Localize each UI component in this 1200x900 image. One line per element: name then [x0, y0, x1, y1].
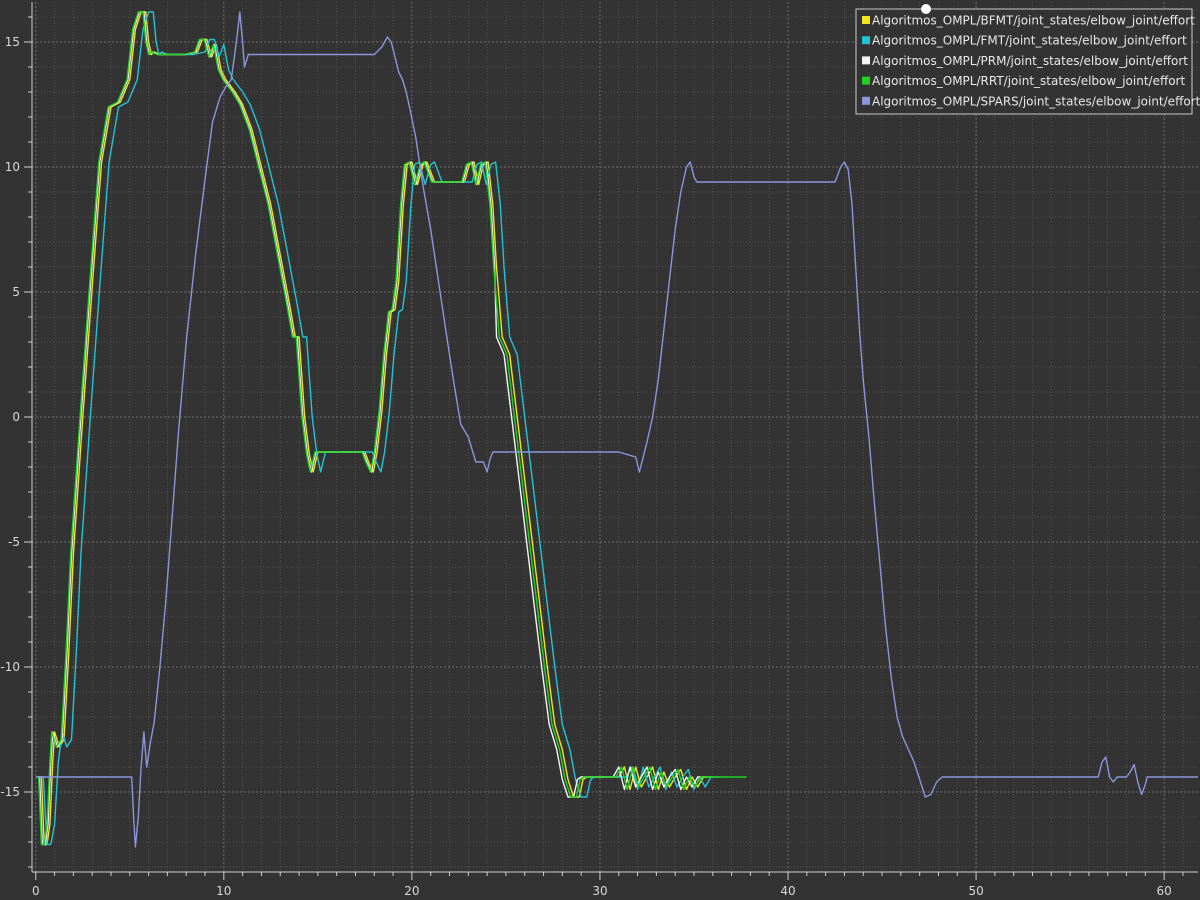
legend[interactable]: Algoritmos_OMPL/BFMT/joint_states/elbow_… — [855, 8, 1200, 115]
legend-entry-label[interactable]: Algoritmos_OMPL/FMT/joint_states/elbow_j… — [872, 34, 1187, 48]
legend-entry-label[interactable]: Algoritmos_OMPL/BFMT/joint_states/elbow_… — [872, 14, 1195, 28]
legend-swatch[interactable] — [862, 16, 870, 24]
legend-entry-label[interactable]: Algoritmos_OMPL/SPARS/joint_states/elbow… — [872, 94, 1200, 108]
legend-swatch[interactable] — [862, 56, 870, 65]
y-tick-label: 0 — [12, 410, 20, 424]
x-tick-label: 40 — [780, 884, 795, 898]
y-tick-label: -15 — [0, 785, 20, 799]
x-tick-label: 10 — [216, 884, 231, 898]
legend-entry-label[interactable]: Algoritmos_OMPL/PRM/joint_states/elbow_j… — [872, 54, 1188, 68]
y-tick-label: -10 — [0, 660, 20, 674]
legend-entry-label[interactable]: Algoritmos_OMPL/RRT/joint_states/elbow_j… — [872, 74, 1185, 88]
x-tick-label: 0 — [32, 884, 40, 898]
x-tick-label: 50 — [968, 884, 983, 898]
y-tick-label: 5 — [12, 285, 20, 299]
line-chart: 0 10 20 30 40 50 60 -15 -10 -5 0 5 10 15 Algoritmos_O… — [0, 0, 1200, 900]
x-tick-label: 20 — [404, 884, 419, 898]
legend-swatch[interactable] — [862, 96, 870, 105]
y-tick-label: 10 — [5, 160, 20, 174]
zoom-handle-icon[interactable] — [921, 4, 931, 14]
legend-swatch[interactable] — [862, 76, 870, 85]
x-tick-label: 30 — [592, 884, 607, 898]
y-tick-label: -5 — [8, 535, 20, 549]
x-tick-label: 60 — [1157, 884, 1172, 898]
legend-swatch[interactable] — [862, 36, 870, 45]
y-tick-label: 15 — [5, 35, 20, 49]
